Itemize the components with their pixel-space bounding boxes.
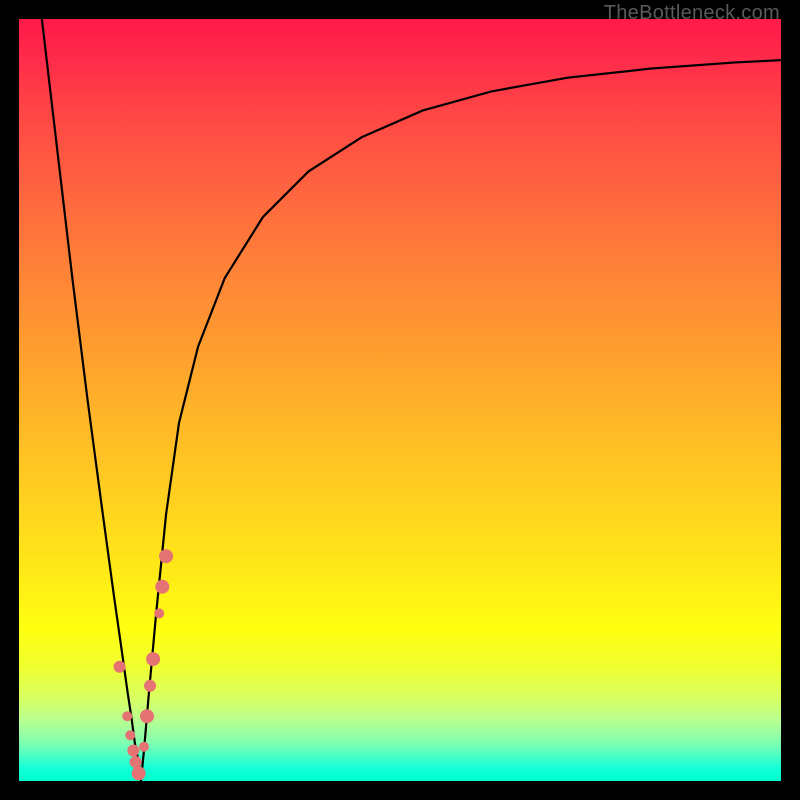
data-point: [114, 661, 126, 673]
data-point: [144, 680, 156, 692]
data-point: [140, 709, 154, 723]
data-point: [132, 766, 146, 780]
data-point: [154, 608, 164, 618]
data-point: [159, 549, 173, 563]
data-point: [125, 730, 135, 740]
bottleneck-curve: [42, 19, 781, 781]
curve-left-branch: [42, 19, 141, 781]
data-points: [114, 549, 173, 780]
data-point: [155, 580, 169, 594]
data-point: [146, 652, 160, 666]
data-point: [122, 711, 132, 721]
data-point: [127, 745, 139, 757]
data-point: [130, 756, 142, 768]
chart-svg: [0, 0, 800, 800]
curve-right-branch: [141, 60, 781, 781]
data-point: [139, 742, 149, 752]
